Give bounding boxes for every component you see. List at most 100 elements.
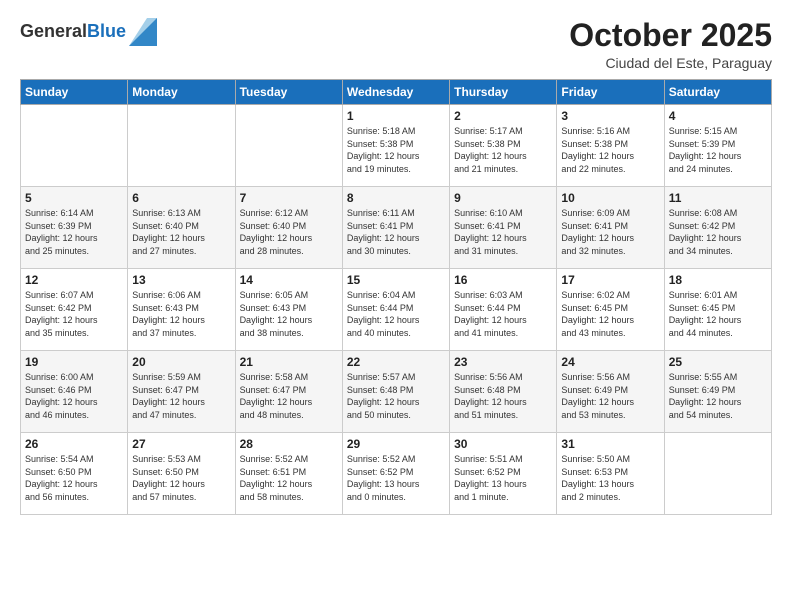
calendar-week-row: 5 Sunrise: 6:14 AM Sunset: 6:39 PM Daylig… [21,187,772,269]
calendar-cell: 14 Sunrise: 6:05 AM Sunset: 6:43 PM Dayli… [235,269,342,351]
day-number: 28 [240,437,338,451]
day-info: Sunrise: 5:16 AM Sunset: 5:38 PM Dayligh… [561,125,659,175]
day-info: Sunrise: 6:01 AM Sunset: 6:45 PM Dayligh… [669,289,767,339]
calendar-cell: 29 Sunrise: 5:52 AM Sunset: 6:52 PM Dayli… [342,433,449,515]
header-wednesday: Wednesday [342,80,449,105]
day-info: Sunrise: 6:14 AM Sunset: 6:39 PM Dayligh… [25,207,123,257]
day-info: Sunrise: 5:55 AM Sunset: 6:49 PM Dayligh… [669,371,767,421]
calendar-cell: 24Sunrise: 5:56 AM Sunset: 6:49 PM Dayli… [557,351,664,433]
calendar-cell: 20 Sunrise: 5:59 AM Sunset: 6:47 PM Dayli… [128,351,235,433]
calendar-cell: 3 Sunrise: 5:16 AM Sunset: 5:38 PM Daylig… [557,105,664,187]
day-number: 4 [669,109,767,123]
day-info: Sunrise: 5:51 AM Sunset: 6:52 PM Dayligh… [454,453,552,503]
day-number: 16 [454,273,552,287]
calendar-cell: 4 Sunrise: 5:15 AM Sunset: 5:39 PM Daylig… [664,105,771,187]
day-number: 23 [454,355,552,369]
header-friday: Friday [557,80,664,105]
calendar-cell: 8 Sunrise: 6:11 AM Sunset: 6:41 PM Daylig… [342,187,449,269]
day-number: 14 [240,273,338,287]
day-number: 11 [669,191,767,205]
calendar-cell: 9Sunrise: 6:10 AM Sunset: 6:41 PM Daylig… [450,187,557,269]
calendar-cell: 17Sunrise: 6:02 AM Sunset: 6:45 PM Dayli… [557,269,664,351]
calendar-cell: 22 Sunrise: 5:57 AM Sunset: 6:48 PM Dayli… [342,351,449,433]
day-info: Sunrise: 6:00 AM Sunset: 6:46 PM Dayligh… [25,371,123,421]
calendar-cell: 27 Sunrise: 5:53 AM Sunset: 6:50 PM Dayli… [128,433,235,515]
day-info: Sunrise: 5:18 AM Sunset: 5:38 PM Dayligh… [347,125,445,175]
logo: GeneralBlue [20,18,157,46]
day-number: 26 [25,437,123,451]
calendar-cell: 23 Sunrise: 5:56 AM Sunset: 6:48 PM Dayli… [450,351,557,433]
day-number: 20 [132,355,230,369]
calendar-cell: 11 Sunrise: 6:08 AM Sunset: 6:42 PM Dayli… [664,187,771,269]
day-info: Sunrise: 6:09 AM Sunset: 6:41 PM Dayligh… [561,207,659,257]
calendar-cell [664,433,771,515]
calendar-cell [235,105,342,187]
day-number: 27 [132,437,230,451]
calendar-week-row: 26 Sunrise: 5:54 AM Sunset: 6:50 PM Dayli… [21,433,772,515]
calendar-week-row: 1 Sunrise: 5:18 AM Sunset: 5:38 PM Daylig… [21,105,772,187]
day-info: Sunrise: 5:56 AM Sunset: 6:48 PM Dayligh… [454,371,552,421]
day-number: 29 [347,437,445,451]
calendar-cell: 16 Sunrise: 6:03 AM Sunset: 6:44 PM Dayli… [450,269,557,351]
day-info: Sunrise: 5:58 AM Sunset: 6:47 PM Dayligh… [240,371,338,421]
day-info: Sunrise: 5:54 AM Sunset: 6:50 PM Dayligh… [25,453,123,503]
day-info: Sunrise: 6:06 AM Sunset: 6:43 PM Dayligh… [132,289,230,339]
header-tuesday: Tuesday [235,80,342,105]
day-number: 31 [561,437,659,451]
day-info: Sunrise: 5:57 AM Sunset: 6:48 PM Dayligh… [347,371,445,421]
calendar-cell: 6 Sunrise: 6:13 AM Sunset: 6:40 PM Daylig… [128,187,235,269]
calendar-cell: 21Sunrise: 5:58 AM Sunset: 6:47 PM Dayli… [235,351,342,433]
day-number: 13 [132,273,230,287]
day-number: 25 [669,355,767,369]
day-info: Sunrise: 5:15 AM Sunset: 5:39 PM Dayligh… [669,125,767,175]
calendar-cell: 2Sunrise: 5:17 AM Sunset: 5:38 PM Daylig… [450,105,557,187]
header-sunday: Sunday [21,80,128,105]
day-info: Sunrise: 6:08 AM Sunset: 6:42 PM Dayligh… [669,207,767,257]
calendar-cell [128,105,235,187]
calendar-cell: 10 Sunrise: 6:09 AM Sunset: 6:41 PM Dayli… [557,187,664,269]
header-thursday: Thursday [450,80,557,105]
calendar-cell [21,105,128,187]
day-number: 22 [347,355,445,369]
day-info: Sunrise: 5:52 AM Sunset: 6:52 PM Dayligh… [347,453,445,503]
day-info: Sunrise: 6:05 AM Sunset: 6:43 PM Dayligh… [240,289,338,339]
day-number: 3 [561,109,659,123]
calendar-cell: 1 Sunrise: 5:18 AM Sunset: 5:38 PM Daylig… [342,105,449,187]
day-info: Sunrise: 6:13 AM Sunset: 6:40 PM Dayligh… [132,207,230,257]
page-header: GeneralBlue October 2025 Ciudad del Este… [20,18,772,71]
calendar-cell: 19Sunrise: 6:00 AM Sunset: 6:46 PM Dayli… [21,351,128,433]
calendar-cell: 25 Sunrise: 5:55 AM Sunset: 6:49 PM Dayli… [664,351,771,433]
day-info: Sunrise: 6:10 AM Sunset: 6:41 PM Dayligh… [454,207,552,257]
day-number: 15 [347,273,445,287]
day-number: 18 [669,273,767,287]
calendar-week-row: 12Sunrise: 6:07 AM Sunset: 6:42 PM Dayli… [21,269,772,351]
day-info: Sunrise: 6:03 AM Sunset: 6:44 PM Dayligh… [454,289,552,339]
logo-general: General [20,21,87,41]
logo-blue: Blue [87,21,126,41]
calendar-cell: 5 Sunrise: 6:14 AM Sunset: 6:39 PM Daylig… [21,187,128,269]
calendar-page: GeneralBlue October 2025 Ciudad del Este… [0,0,792,612]
calendar-cell: 12Sunrise: 6:07 AM Sunset: 6:42 PM Dayli… [21,269,128,351]
calendar-cell: 13 Sunrise: 6:06 AM Sunset: 6:43 PM Dayli… [128,269,235,351]
day-info: Sunrise: 5:50 AM Sunset: 6:53 PM Dayligh… [561,453,659,503]
day-info: Sunrise: 5:59 AM Sunset: 6:47 PM Dayligh… [132,371,230,421]
day-number: 5 [25,191,123,205]
location-subtitle: Ciudad del Este, Paraguay [569,55,772,71]
calendar-cell: 30 Sunrise: 5:51 AM Sunset: 6:52 PM Dayli… [450,433,557,515]
calendar-cell: 15Sunrise: 6:04 AM Sunset: 6:44 PM Dayli… [342,269,449,351]
calendar-cell: 28 Sunrise: 5:52 AM Sunset: 6:51 PM Dayli… [235,433,342,515]
title-block: October 2025 Ciudad del Este, Paraguay [569,18,772,71]
day-number: 1 [347,109,445,123]
calendar-week-row: 19Sunrise: 6:00 AM Sunset: 6:46 PM Dayli… [21,351,772,433]
day-number: 10 [561,191,659,205]
weekday-header-row: Sunday Monday Tuesday Wednesday Thursday… [21,80,772,105]
day-info: Sunrise: 6:11 AM Sunset: 6:41 PM Dayligh… [347,207,445,257]
calendar-cell: 26 Sunrise: 5:54 AM Sunset: 6:50 PM Dayli… [21,433,128,515]
day-number: 6 [132,191,230,205]
day-number: 8 [347,191,445,205]
day-info: Sunrise: 5:53 AM Sunset: 6:50 PM Dayligh… [132,453,230,503]
calendar-table: Sunday Monday Tuesday Wednesday Thursday… [20,79,772,515]
day-number: 30 [454,437,552,451]
day-info: Sunrise: 5:52 AM Sunset: 6:51 PM Dayligh… [240,453,338,503]
day-number: 2 [454,109,552,123]
